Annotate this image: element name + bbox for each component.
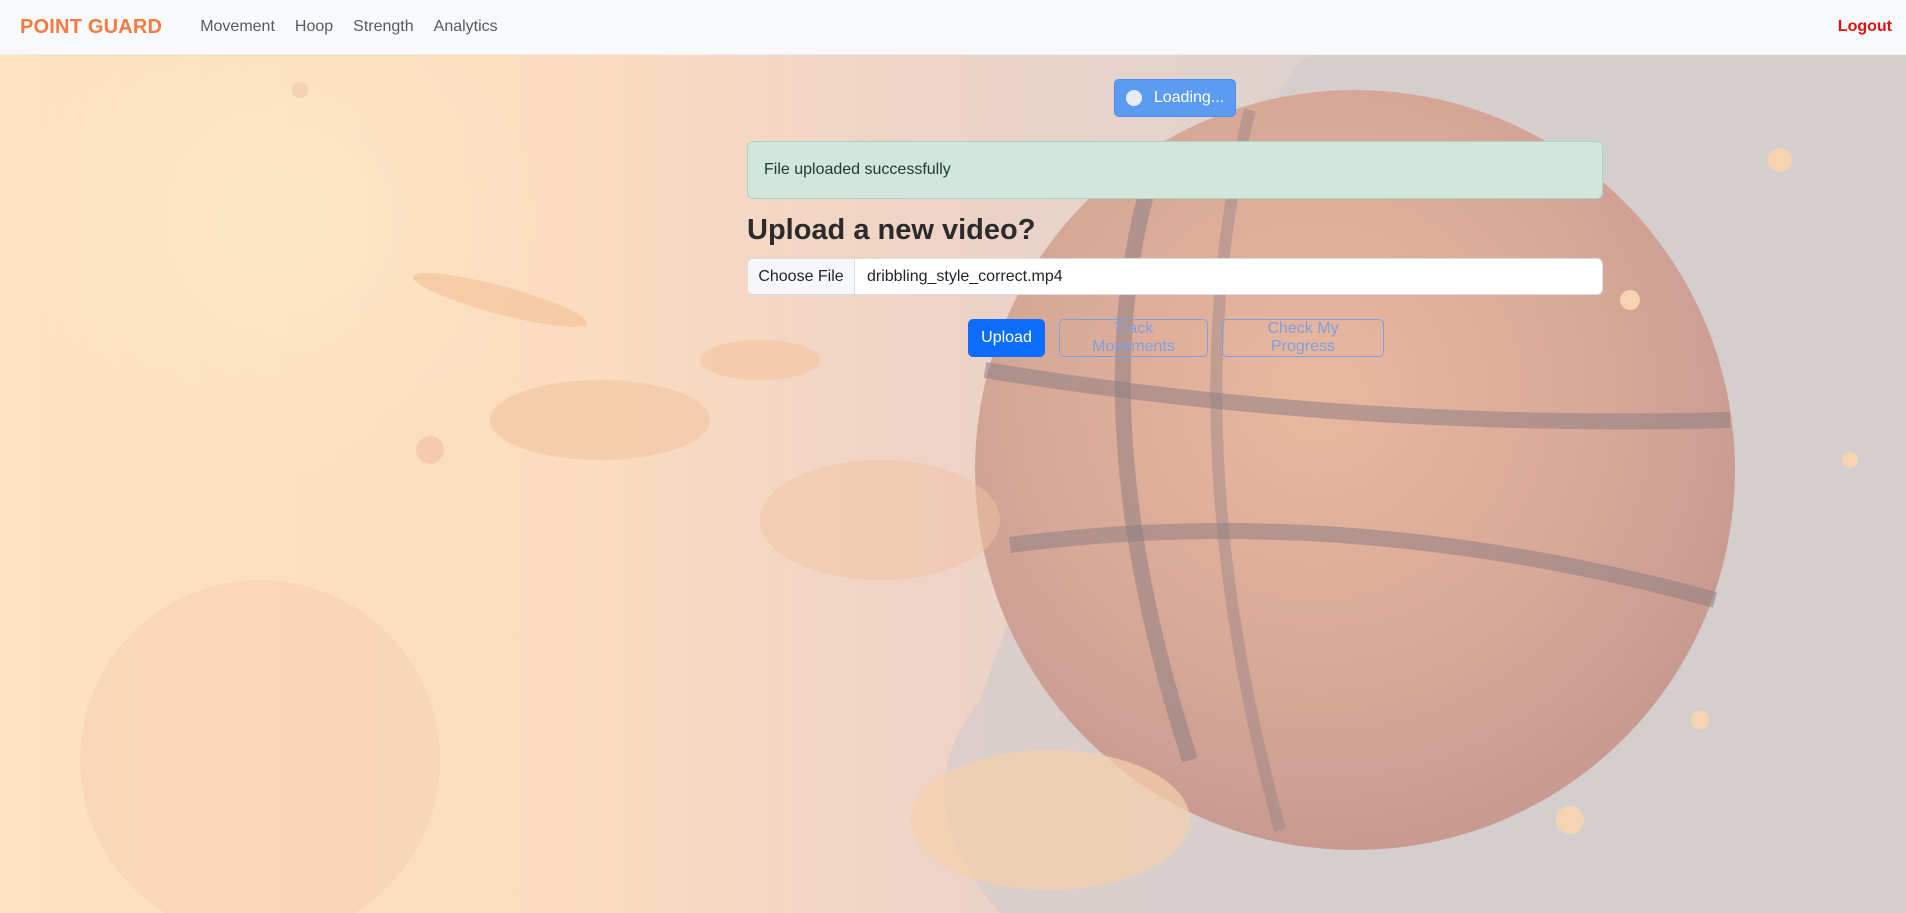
upload-title: Upload a new video? — [747, 214, 1036, 246]
nav-links: Movement Hoop Strength Analytics — [190, 18, 507, 36]
loading-indicator: Loading... — [1114, 79, 1236, 117]
spinner-icon — [1125, 90, 1142, 106]
alert-message: File uploaded successfully — [764, 161, 951, 178]
nav-link-movement[interactable]: Movement — [190, 18, 285, 36]
selected-file-name: dribbling_style_correct.mp4 — [867, 267, 1063, 285]
success-alert: File uploaded successfully — [747, 141, 1603, 199]
track-movements-button[interactable]: Track Movements — [1059, 319, 1208, 357]
loading-label: Loading... — [1153, 89, 1225, 106]
action-buttons: Upload Track Movements Check My Progress — [968, 319, 1384, 357]
upload-button[interactable]: Upload — [968, 319, 1045, 357]
background-artwork — [0, 0, 1906, 913]
file-input[interactable]: Choose File dribbling_style_correct.mp4 — [747, 258, 1603, 295]
choose-file-button[interactable]: Choose File — [748, 259, 855, 294]
brand-logo[interactable]: POINT GUARD — [20, 16, 162, 39]
check-progress-button[interactable]: Check My Progress — [1222, 319, 1384, 357]
nav-link-hoop[interactable]: Hoop — [285, 18, 343, 36]
top-navbar: POINT GUARD Movement Hoop Strength Analy… — [0, 0, 1906, 55]
nav-link-analytics[interactable]: Analytics — [424, 18, 508, 36]
basketball-splash-illustration — [20, 0, 1906, 913]
logout-link[interactable]: Logout — [1838, 18, 1892, 36]
nav-link-strength[interactable]: Strength — [343, 18, 423, 36]
